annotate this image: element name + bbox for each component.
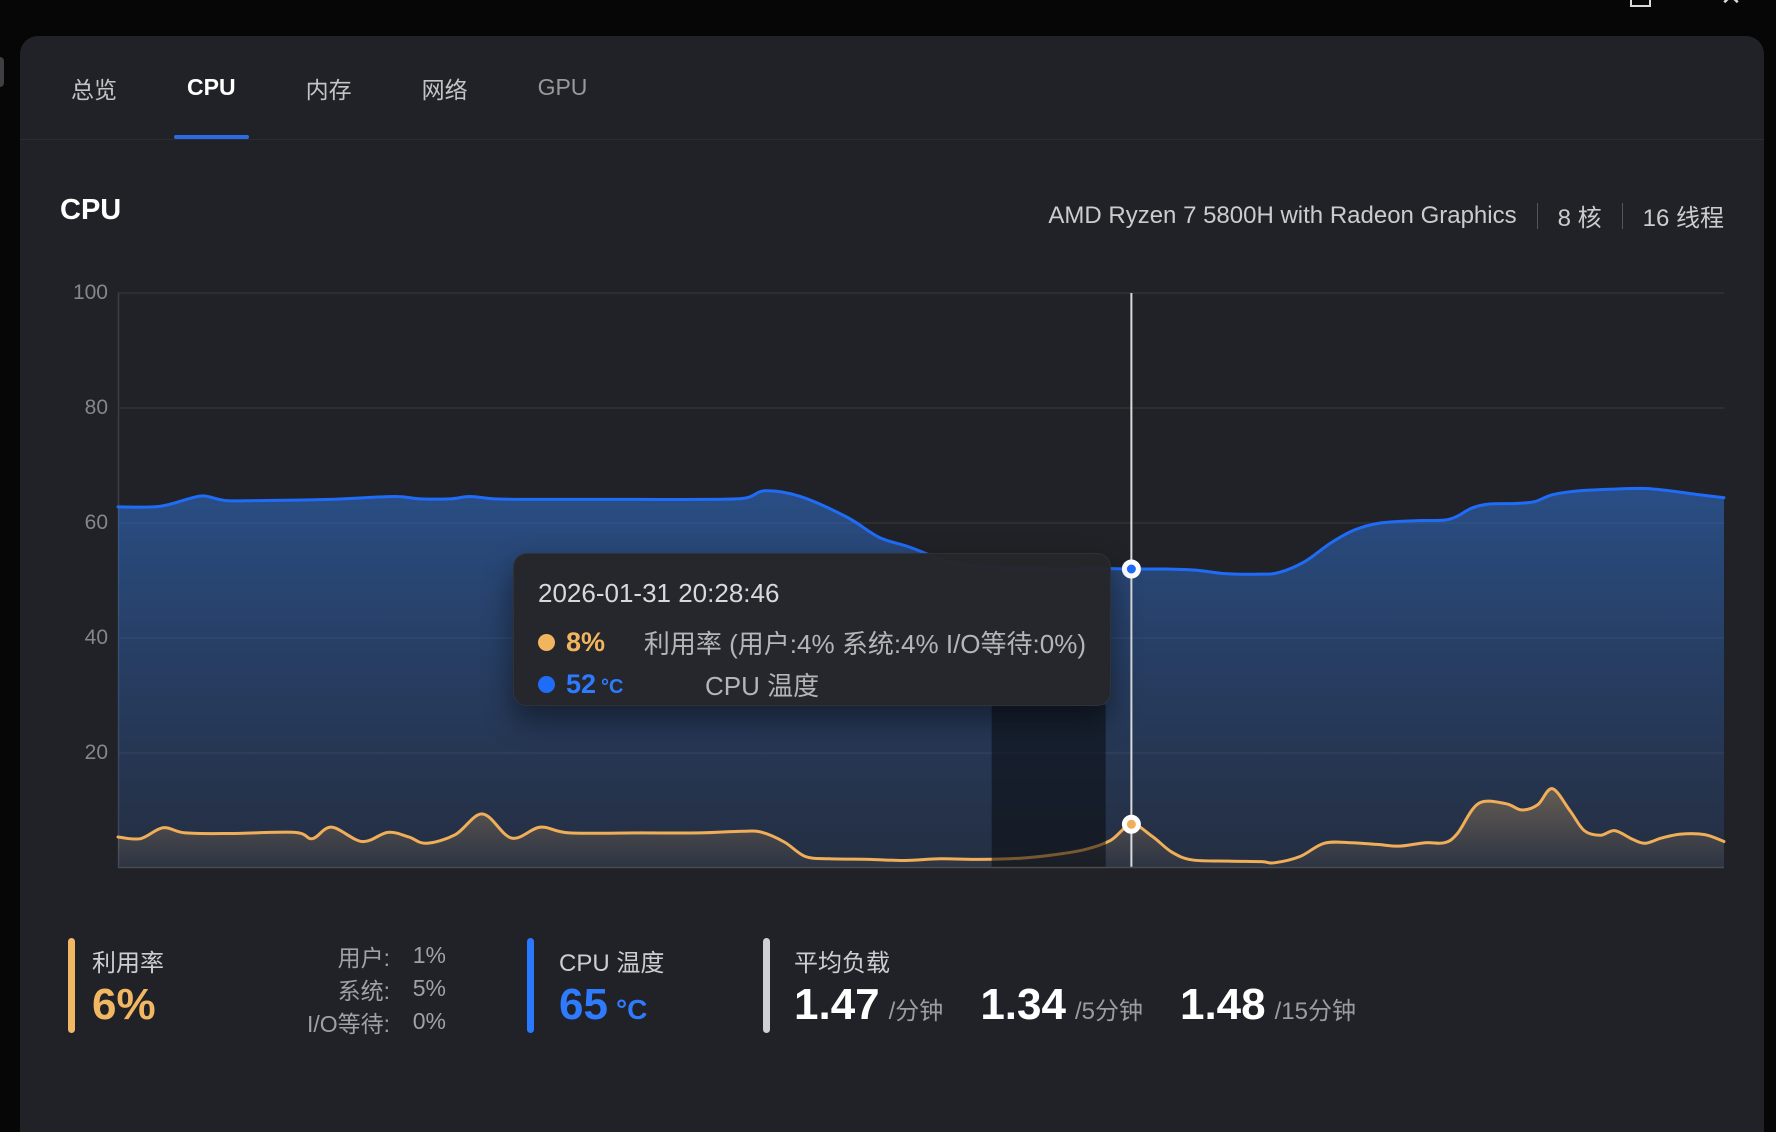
- load-15min-value: 1.48: [1179, 980, 1266, 1029]
- tab-gpu[interactable]: GPU: [535, 36, 591, 139]
- y-axis-label: 20: [84, 741, 108, 764]
- cpu-model: AMD Ryzen 7 5800H with Radeon Graphics: [1048, 201, 1517, 229]
- tooltip-utilization-label: 利用率 (用户:4% 系统:4% I/O等待:0%): [643, 628, 1086, 659]
- substat-system: 系统: 5%: [337, 975, 446, 1004]
- tooltip-timestamp: 2026-01-31 20:28:46: [538, 578, 780, 608]
- screen: ✕ 总览 CPU 内存 网络 GPU CPU AMD Ryzen 7 5800H…: [0, 0, 1776, 1132]
- load-average-values: 1.47 /分钟 1.34 /5分钟 1.48 /15分钟: [794, 980, 1356, 1030]
- system-monitor-panel: 总览 CPU 内存 网络 GPU CPU AMD Ryzen 7 5800H w…: [20, 36, 1764, 1132]
- load-1min-unit: /分钟: [888, 998, 944, 1025]
- background-window-edge: [0, 57, 4, 87]
- tab-cpu[interactable]: CPU: [174, 36, 249, 139]
- close-button[interactable]: ✕: [1719, 0, 1743, 9]
- meta-divider: [1536, 202, 1538, 229]
- substat-iowait: I/O等待: 0%: [306, 1008, 446, 1037]
- load-color-bar: [763, 938, 770, 1033]
- tooltip-temperature-label: CPU 温度: [705, 670, 820, 701]
- substat-user: 用户: 1%: [337, 942, 446, 971]
- tab-overview[interactable]: 总览: [68, 36, 120, 139]
- load-15min-unit: /15分钟: [1274, 998, 1356, 1025]
- y-axis-label: 100: [72, 281, 108, 304]
- meta-divider: [1621, 202, 1623, 229]
- cpu-threads: 16 线程: [1642, 205, 1724, 232]
- tab-network[interactable]: 网络: [419, 36, 471, 139]
- temperature-color-bar: [527, 938, 534, 1033]
- cpu-cores: 8 核: [1557, 205, 1602, 232]
- utilization-color-bar: [68, 938, 75, 1033]
- utilization-value: 6%: [92, 980, 156, 1029]
- temperature-value: 65 °C: [559, 980, 648, 1029]
- temperature-dot-icon: [538, 675, 555, 693]
- load-average-label: 平均负载: [794, 950, 890, 977]
- y-axis-label: 40: [84, 626, 108, 649]
- maximize-button[interactable]: [1630, 0, 1651, 7]
- cpu-meta: AMD Ryzen 7 5800H with Radeon Graphics 8…: [1048, 198, 1724, 233]
- load-5min-unit: /5分钟: [1074, 998, 1143, 1025]
- utilization-label: 利用率: [92, 950, 164, 977]
- tooltip-temperature-value: 52 °C: [566, 668, 624, 699]
- utilization-dot-icon: [538, 633, 555, 651]
- y-axis-label: 80: [84, 396, 108, 419]
- chart-tooltip: 2026-01-31 20:28:46 8% 利用率 (用户:4% 系统:4% …: [513, 553, 1111, 706]
- tooltip-row-temperature: 52 °C CPU 温度: [538, 663, 1086, 705]
- page-title: CPU: [60, 194, 122, 226]
- temperature-label: CPU 温度: [559, 950, 665, 977]
- y-axis-label: 60: [84, 511, 108, 534]
- utilization-breakdown: 用户: 1% 系统: 5% I/O等待: 0%: [250, 939, 446, 1038]
- tab-memory[interactable]: 内存: [303, 36, 355, 139]
- tooltip-utilization-value: 8%: [566, 626, 606, 657]
- load-1min-value: 1.47: [794, 980, 880, 1029]
- tab-bar-divider: [20, 139, 1764, 140]
- load-5min-value: 1.34: [980, 980, 1066, 1029]
- tab-bar: 总览 CPU 内存 网络 GPU: [68, 36, 590, 139]
- tooltip-row-utilization: 8% 利用率 (用户:4% 系统:4% I/O等待:0%): [538, 621, 1086, 663]
